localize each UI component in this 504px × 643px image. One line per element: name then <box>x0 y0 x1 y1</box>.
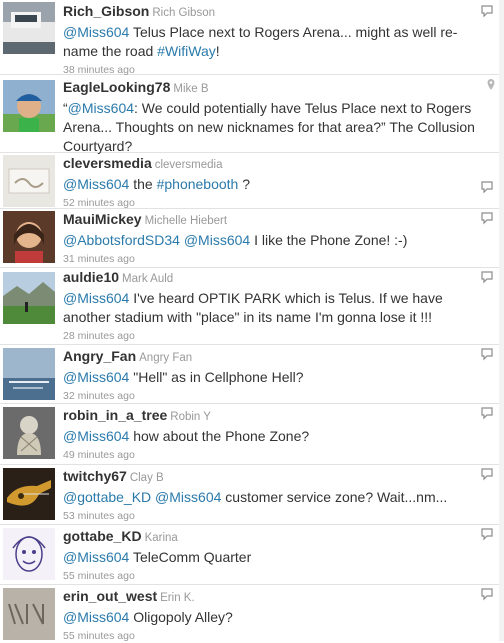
hashtag-link[interactable]: #phonebooth <box>157 176 239 192</box>
mention-link[interactable]: @Miss604 <box>155 489 221 505</box>
tweet-text: @Miss604 the #phonebooth ? <box>63 175 490 194</box>
avatar[interactable] <box>3 80 55 132</box>
scrollbar[interactable] <box>499 0 504 641</box>
display-name: Erin K. <box>160 592 195 604</box>
display-name: Angry Fan <box>139 352 193 364</box>
text-segment: TeleComm Quarter <box>129 549 252 565</box>
timestamp[interactable]: 55 minutes ago <box>63 569 490 583</box>
avatar[interactable] <box>3 2 55 54</box>
mention-link[interactable]: @Miss604 <box>184 232 250 248</box>
username[interactable]: robin_in_a_tree <box>63 407 167 423</box>
tweet-item[interactable]: Angry_Fan Angry Fan @Miss604 "Hell" as in… <box>0 345 504 404</box>
mention-link[interactable]: @Miss604 <box>63 549 129 565</box>
mention-link[interactable]: @Miss604 <box>63 290 129 306</box>
username[interactable]: Rich_Gibson <box>63 3 149 19</box>
timestamp[interactable]: 28 minutes ago <box>63 329 490 343</box>
text-segment: how about the Phone Zone? <box>129 428 310 444</box>
avatar[interactable] <box>3 272 55 324</box>
tweet-item[interactable]: twitchy67 Clay B @gottabe_KD @Miss604 cus… <box>0 465 504 525</box>
username[interactable]: erin_out_west <box>63 588 157 604</box>
avatar[interactable] <box>3 211 55 263</box>
display-name: Michelle Hiebert <box>144 215 228 227</box>
reply-icon[interactable] <box>480 587 494 601</box>
tweet-item[interactable]: robin_in_a_tree Robin Y @Miss604 how abou… <box>0 404 504 465</box>
tweet-text: @Miss604 "Hell" as in Cellphone Hell? <box>63 368 490 387</box>
reply-icon[interactable] <box>480 406 494 420</box>
tweet-text: @Miss604 Telus Place next to Rogers Aren… <box>63 23 490 61</box>
reply-icon[interactable] <box>480 180 494 194</box>
tweet-text: @Miss604 TeleComm Quarter <box>63 548 490 567</box>
reply-icon[interactable] <box>480 347 494 361</box>
timestamp[interactable]: 31 minutes ago <box>63 252 490 266</box>
timestamp[interactable]: 53 minutes ago <box>63 509 490 523</box>
timestamp[interactable]: 32 minutes ago <box>63 389 490 403</box>
reply-icon[interactable] <box>480 270 494 284</box>
mention-link[interactable]: @Miss604 <box>63 609 129 625</box>
mention-link[interactable]: @Miss604 <box>63 24 129 40</box>
username[interactable]: EagleLooking78 <box>63 79 170 95</box>
username[interactable]: twitchy67 <box>63 468 127 484</box>
tweet-item[interactable]: Rich_Gibson Rich Gibson @Miss604 Telus Pl… <box>0 0 504 76</box>
mention-link[interactable]: @Miss604 <box>63 428 129 444</box>
tweet-item[interactable]: cleversmedia cleversmedia @Miss604 the #p… <box>0 153 504 209</box>
tweet-text: @gottabe_KD @Miss604 customer service zo… <box>63 488 490 507</box>
display-name: Mark Auld <box>122 273 174 285</box>
timestamp[interactable]: 49 minutes ago <box>63 448 490 462</box>
display-name: cleversmedia <box>154 159 223 171</box>
tweet-item[interactable]: auldie10 Mark Auld @Miss604 I've heard OP… <box>0 268 504 345</box>
display-name: Rich Gibson <box>152 7 215 19</box>
username[interactable]: gottabe_KD <box>63 528 142 544</box>
location-pin-icon[interactable] <box>486 78 496 91</box>
mention-link[interactable]: @Miss604 <box>68 100 134 116</box>
tweet-text: @Miss604 Oligopoly Alley? <box>63 608 490 627</box>
reply-icon[interactable] <box>480 467 494 481</box>
timestamp[interactable]: 52 minutes ago <box>63 196 490 210</box>
tweet-item[interactable]: MauiMickey Michelle Hiebert @AbbotsfordSD… <box>0 209 504 268</box>
tweet-item[interactable]: erin_out_west Erin K. @Miss604 Oligopoly … <box>0 585 504 642</box>
text-segment: ! <box>215 43 220 59</box>
display-name: Clay B <box>129 472 164 484</box>
mention-link[interactable]: @AbbotsfordSD34 <box>63 232 180 248</box>
reply-icon[interactable] <box>480 4 494 18</box>
mention-link[interactable]: @Miss604 <box>63 369 129 385</box>
tweet-text: @Miss604 how about the Phone Zone? <box>63 427 490 446</box>
text-segment: the <box>129 176 157 192</box>
mention-link[interactable]: @Miss604 <box>63 176 129 192</box>
text-segment: customer service zone? Wait...nm... <box>221 489 448 505</box>
username[interactable]: Angry_Fan <box>63 348 136 364</box>
text-segment: Oligopoly Alley? <box>129 609 233 625</box>
hashtag-link[interactable]: #WifiWay <box>157 43 216 59</box>
username[interactable]: auldie10 <box>63 269 119 285</box>
username[interactable]: MauiMickey <box>63 211 142 227</box>
username[interactable]: cleversmedia <box>63 155 152 171</box>
tweet-text: @Miss604 I've heard OPTIK PARK which is … <box>63 289 490 327</box>
reply-icon[interactable] <box>480 527 494 541</box>
display-name: Mike B <box>173 83 209 95</box>
avatar[interactable] <box>3 528 55 580</box>
tweet-text: @AbbotsfordSD34 @Miss604 I like the Phon… <box>63 231 490 250</box>
avatar[interactable] <box>3 588 55 640</box>
reply-icon[interactable] <box>480 211 494 225</box>
text-segment: ? <box>238 176 251 192</box>
avatar[interactable] <box>3 155 55 207</box>
avatar[interactable] <box>3 348 55 400</box>
text-segment: "Hell" as in Cellphone Hell? <box>129 369 304 385</box>
text-segment: I like the Phone Zone! :-) <box>250 232 408 248</box>
display-name: Karina <box>144 532 178 544</box>
avatar[interactable] <box>3 407 55 459</box>
tweet-item[interactable]: EagleLooking78 Mike B “@Miss604: We could… <box>0 75 504 156</box>
tweet-text: “@Miss604: We could potentially have Tel… <box>63 99 490 156</box>
avatar[interactable] <box>3 468 55 520</box>
display-name: Robin Y <box>170 411 211 423</box>
tweet-item[interactable]: gottabe_KD Karina @Miss604 TeleComm Quart… <box>0 525 504 585</box>
mention-link[interactable]: @gottabe_KD <box>63 489 151 505</box>
